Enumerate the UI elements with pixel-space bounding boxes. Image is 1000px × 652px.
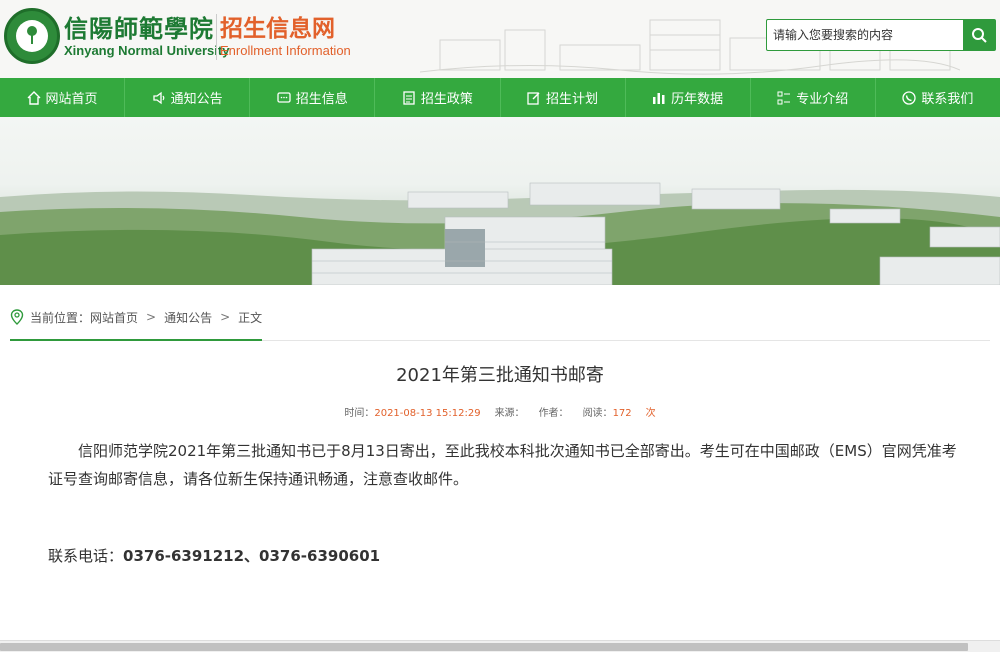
meta-author-label: 作者： — [538, 408, 569, 419]
nav-item-notices[interactable]: 通知公告 — [125, 78, 251, 117]
meta-views-unit: 次 — [645, 408, 656, 419]
search-box — [766, 19, 996, 51]
search-icon — [972, 28, 987, 43]
chat-icon — [277, 91, 291, 103]
nav-item-label: 招生政策 — [420, 92, 473, 107]
article-title: 2021年第三批通知书邮寄 — [396, 365, 604, 386]
site-header: 信陽師範學院 Xinyang Normal University 招生信息网 E… — [0, 0, 1000, 78]
nav-item-label: 招生计划 — [546, 92, 599, 107]
nav-item-label: 通知公告 — [170, 92, 223, 107]
nav-item-policy[interactable]: 招生政策 — [375, 78, 501, 117]
meta-views-value: 172 — [612, 408, 632, 419]
tree-icon — [27, 26, 37, 44]
nav-item-label: 网站首页 — [45, 92, 98, 107]
phone-icon — [902, 90, 917, 105]
edit-icon — [527, 91, 540, 105]
meta-time-value: 2021-08-13 15:12:29 — [374, 408, 481, 419]
nav-item-admission-info[interactable]: 招生信息 — [250, 78, 376, 117]
document-icon — [403, 90, 415, 105]
phone-label: 联系电话： — [48, 547, 124, 565]
breadcrumb-prefix: 当前位置： — [30, 310, 91, 325]
main-nav: 网站首页 通知公告 招生信息 招生政策 招生计划 历年数据 专业介绍 联系我们 — [0, 78, 1000, 117]
list-icon — [777, 91, 791, 104]
breadcrumb-underline — [10, 339, 262, 341]
school-name-cn: 信陽師範學院 — [64, 14, 214, 43]
bar-chart-icon — [653, 92, 665, 104]
header-divider — [216, 14, 217, 60]
system-title-cn: 招生信息网 — [220, 16, 335, 42]
campus-landscape — [0, 182, 1000, 285]
search-button[interactable] — [963, 20, 995, 50]
university-logo[interactable] — [4, 8, 60, 64]
phone-value: 0376-6391212、0376-6390601 — [123, 547, 381, 565]
campus-banner-image — [0, 117, 1000, 285]
contact-phone: 联系电话：0376-6391212、0376-6390601 — [48, 545, 380, 566]
nav-item-contact[interactable]: 联系我们 — [876, 78, 1000, 117]
nav-item-label: 联系我们 — [921, 92, 974, 107]
article-meta: 时间：2021-08-13 15:12:29 来源： 作者： 阅读：172 次 — [0, 404, 1000, 419]
breadcrumb: 当前位置： 网站首页 > 通知公告 > 正文 — [10, 307, 262, 327]
school-name-en: Xinyang Normal University — [64, 43, 230, 58]
breadcrumb-separator: > — [220, 310, 231, 324]
breadcrumb-home[interactable]: 网站首页 — [90, 309, 138, 326]
article-body: 信阳师范学院2021年第三批通知书已于8月13日寄出，至此我校本科批次通知书已全… — [48, 442, 957, 488]
breadcrumb-notices[interactable]: 通知公告 — [164, 309, 212, 326]
nav-item-home[interactable]: 网站首页 — [0, 78, 126, 117]
meta-time-label: 时间： — [344, 408, 375, 419]
search-input[interactable] — [767, 20, 963, 50]
home-icon — [27, 90, 41, 105]
nav-item-label: 历年数据 — [671, 92, 724, 107]
meta-source-label: 来源： — [494, 408, 525, 419]
speaker-icon — [153, 91, 165, 104]
meta-views-label: 阅读： — [582, 408, 613, 419]
horizontal-scrollbar[interactable] — [0, 640, 1000, 652]
location-pin-icon — [10, 309, 24, 325]
nav-item-history-data[interactable]: 历年数据 — [626, 78, 751, 117]
system-title-en: Enrollment Information — [220, 43, 351, 58]
breadcrumb-separator: > — [146, 310, 157, 324]
scrollbar-thumb[interactable] — [0, 643, 968, 651]
breadcrumb-rule — [262, 340, 990, 341]
breadcrumb-current: 正文 — [238, 310, 263, 325]
nav-item-plan[interactable]: 招生计划 — [501, 78, 626, 117]
nav-item-label: 专业介绍 — [796, 92, 849, 107]
nav-item-label: 招生信息 — [295, 92, 348, 107]
nav-item-majors[interactable]: 专业介绍 — [751, 78, 876, 117]
